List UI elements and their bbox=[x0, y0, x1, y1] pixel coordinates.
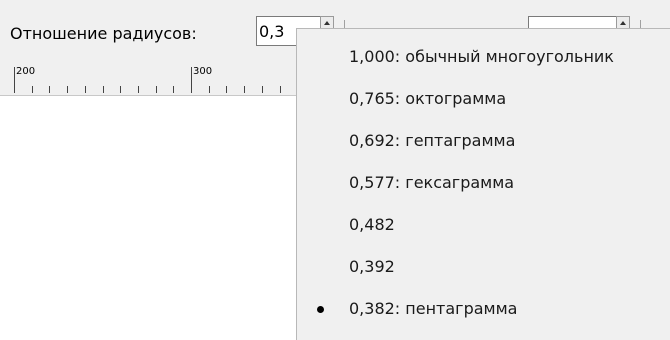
menu-item-label: 0,392 bbox=[349, 257, 395, 276]
ratio-presets-menu: 1,000: обычный многоугольник 0,765: окто… bbox=[296, 28, 670, 340]
ruler-label-300: 300 bbox=[193, 66, 213, 77]
menu-item-label: 1,000: обычный многоугольник bbox=[349, 47, 614, 66]
ruler-tick bbox=[262, 86, 263, 93]
menu-item-label: 0,482 bbox=[349, 215, 395, 234]
ruler-tick bbox=[209, 86, 210, 93]
ruler-tick bbox=[85, 86, 86, 93]
ratio-label: Отношение радиусов: bbox=[10, 24, 197, 43]
ruler-tick bbox=[120, 86, 121, 93]
menu-item-0-392[interactable]: 0,392 bbox=[297, 246, 670, 288]
ruler-tick bbox=[103, 86, 104, 93]
ruler-tick bbox=[173, 86, 174, 93]
ruler-tick bbox=[32, 86, 33, 93]
menu-item-label: 0,692: гептаграмма bbox=[349, 131, 516, 150]
selected-bullet-icon bbox=[317, 306, 324, 313]
ruler-tick bbox=[226, 86, 227, 93]
menu-item-label: 0,765: октограмма bbox=[349, 89, 507, 108]
ruler-tick bbox=[156, 86, 157, 93]
ruler-tick bbox=[138, 86, 139, 93]
menu-item-0-482[interactable]: 0,482 bbox=[297, 204, 670, 246]
ruler-tick bbox=[67, 86, 68, 93]
ruler-tick bbox=[244, 86, 245, 93]
menu-item-label: 0,382: пентаграмма bbox=[349, 299, 518, 318]
menu-item-heptagram[interactable]: 0,692: гептаграмма bbox=[297, 120, 670, 162]
window: Отношение радиусов: 200 300 1,000: обычн… bbox=[0, 0, 670, 340]
menu-item-pentagram[interactable]: 0,382: пентаграмма bbox=[297, 288, 670, 330]
menu-item-regular-polygon[interactable]: 1,000: обычный многоугольник bbox=[297, 36, 670, 78]
ruler-tick bbox=[191, 67, 192, 93]
menu-item-octagram[interactable]: 0,765: октограмма bbox=[297, 78, 670, 120]
ruler-tick bbox=[280, 86, 281, 93]
ruler-label-200: 200 bbox=[16, 66, 36, 77]
menu-item-hexagram[interactable]: 0,577: гексаграмма bbox=[297, 162, 670, 204]
menu-item-label: 0,577: гексаграмма bbox=[349, 173, 515, 192]
ruler-tick bbox=[49, 86, 50, 93]
ruler-tick bbox=[14, 67, 15, 93]
